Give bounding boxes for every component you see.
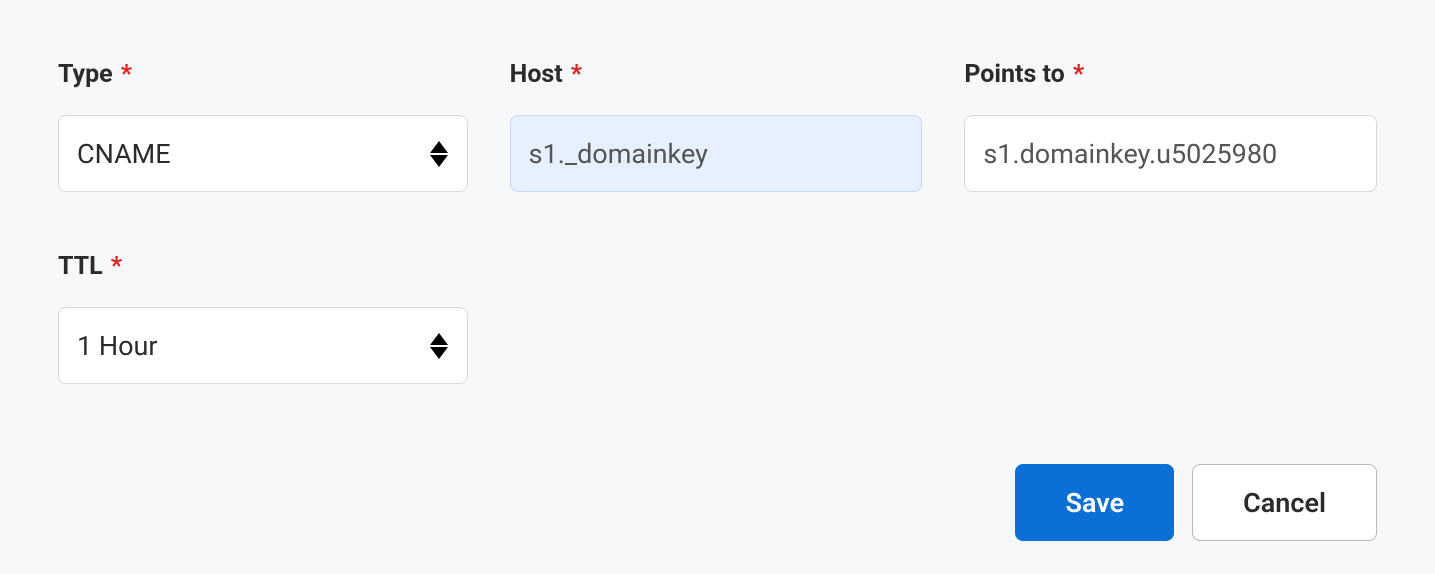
- ttl-select-wrapper: 1 Hour: [58, 307, 468, 384]
- type-select-wrapper: CNAME: [58, 115, 468, 192]
- save-button[interactable]: Save: [1015, 464, 1174, 541]
- type-label: Type *: [58, 60, 468, 89]
- points-to-input[interactable]: [964, 115, 1377, 192]
- required-indicator: *: [571, 60, 582, 89]
- host-input[interactable]: [510, 115, 923, 192]
- required-indicator: *: [111, 252, 122, 281]
- dns-record-form: Type * CNAME Host * Points to: [58, 60, 1377, 541]
- ttl-field-group: TTL * 1 Hour: [58, 252, 468, 384]
- required-indicator: *: [121, 60, 132, 89]
- form-row-2: TTL * 1 Hour: [58, 252, 1377, 384]
- ttl-select[interactable]: 1 Hour: [58, 307, 468, 384]
- points-to-label: Points to *: [964, 60, 1377, 89]
- required-indicator: *: [1073, 60, 1084, 89]
- host-label: Host *: [510, 60, 923, 89]
- type-label-text: Type: [58, 60, 113, 89]
- ttl-label: TTL *: [58, 252, 468, 281]
- type-field-group: Type * CNAME: [58, 60, 468, 192]
- type-select[interactable]: CNAME: [58, 115, 468, 192]
- host-label-text: Host: [510, 60, 563, 89]
- ttl-label-text: TTL: [58, 252, 103, 281]
- action-buttons: Save Cancel: [58, 464, 1377, 541]
- cancel-button[interactable]: Cancel: [1192, 464, 1377, 541]
- points-to-field-group: Points to *: [964, 60, 1377, 192]
- host-field-group: Host *: [510, 60, 923, 192]
- form-row-1: Type * CNAME Host * Points to: [58, 60, 1377, 192]
- points-to-label-text: Points to: [964, 60, 1064, 89]
